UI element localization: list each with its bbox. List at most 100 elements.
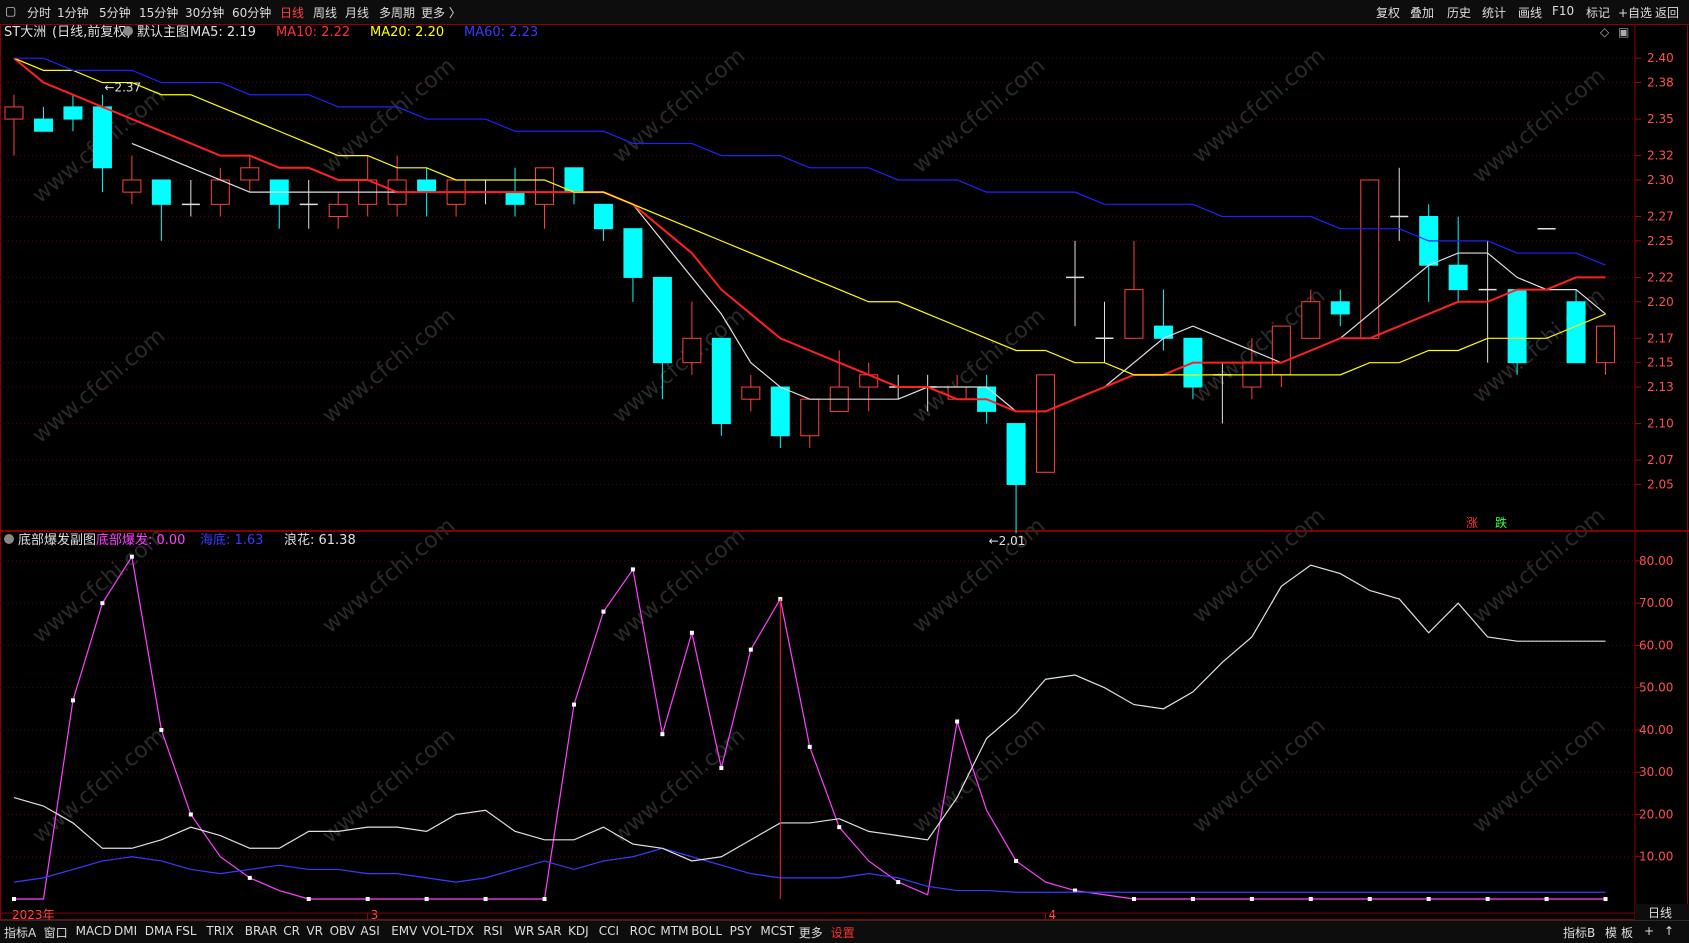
sub-dot xyxy=(12,897,16,901)
scroll-up-icon[interactable]: ↑ xyxy=(1664,924,1674,938)
y-tick-label: 2.40 xyxy=(1647,51,1674,65)
period-tab[interactable]: 月线 xyxy=(345,4,369,21)
sub-y-tick-label: 10.00 xyxy=(1639,850,1673,864)
sub-y-tick-label: 40.00 xyxy=(1639,723,1673,737)
indicator-tab[interactable]: TRIX xyxy=(206,924,233,938)
indicator-tab[interactable]: 窗口 xyxy=(44,924,68,941)
x-tick-label: 3 xyxy=(371,908,379,920)
sub-dot xyxy=(630,567,635,572)
indicator-tab[interactable]: 更多 xyxy=(799,924,823,941)
sub-legend-item: 底部爆发: 0.00 xyxy=(96,532,185,548)
indicator-tab[interactable]: FSL xyxy=(176,924,197,938)
candle-body xyxy=(92,106,112,169)
sub-dot xyxy=(660,732,665,737)
rise-label: 涨 xyxy=(1466,515,1478,530)
y-tick-label: 2.17 xyxy=(1647,331,1674,345)
candle xyxy=(535,167,555,229)
indicator-tab[interactable]: BRAR xyxy=(245,924,278,938)
window-icon: ▣ xyxy=(1618,25,1629,39)
sub-dot xyxy=(896,880,901,885)
indicator-tab[interactable]: RSI xyxy=(483,924,503,938)
period-tab[interactable]: 多周期 xyxy=(379,4,415,21)
candle xyxy=(299,179,318,229)
toolbar-button[interactable]: 返回 xyxy=(1655,4,1679,21)
candle xyxy=(1330,289,1350,327)
indicator-tab[interactable]: MCST xyxy=(760,924,794,938)
indicator-tab[interactable]: OBV xyxy=(330,924,356,938)
watermark: www.cfchi.com xyxy=(908,513,1050,638)
sub-dot xyxy=(70,698,75,703)
fall-label: 跌 xyxy=(1495,515,1507,530)
indicator-tab[interactable]: ROC xyxy=(630,924,656,938)
indicator-tab[interactable]: MTM xyxy=(660,924,688,938)
indicator-tab[interactable]: WR xyxy=(514,924,534,938)
indicator-tab[interactable]: 指标A xyxy=(4,924,36,941)
indicator-tab[interactable]: PSY xyxy=(730,924,752,938)
period-tab[interactable]: 更多 〉 xyxy=(421,4,461,21)
indicator-tab[interactable]: 设置 xyxy=(831,924,855,941)
period-tab[interactable]: 60分钟 xyxy=(232,4,271,21)
sub-dot xyxy=(247,875,252,880)
toolbar-button[interactable]: 标记 xyxy=(1586,4,1610,21)
chart-frame xyxy=(0,24,1688,920)
indicator-tab[interactable]: SAR xyxy=(537,924,561,938)
candle xyxy=(1153,289,1173,351)
indicator-tab[interactable]: KDJ xyxy=(568,924,589,938)
sub-legend-item: 海底: 1.63 xyxy=(200,532,263,548)
y-tick-label: 2.32 xyxy=(1647,149,1674,163)
candle xyxy=(741,374,761,412)
y-tick-label: 2.05 xyxy=(1647,477,1674,491)
toolbar-button[interactable]: 统计 xyxy=(1482,4,1506,21)
period-tab[interactable]: 分时 xyxy=(27,4,51,21)
sub-y-tick-label: 50.00 xyxy=(1639,681,1673,695)
period-tab[interactable]: 周线 xyxy=(313,4,337,21)
y-tick-label: 2.38 xyxy=(1647,76,1674,90)
sub-dot xyxy=(955,719,960,724)
stock-name: ST大洲 xyxy=(4,25,46,40)
period-tab[interactable]: 30分钟 xyxy=(185,4,224,21)
indicator-tab[interactable]: DMA xyxy=(145,924,173,938)
toolbar-button[interactable]: 历史 xyxy=(1447,4,1471,21)
watermark: www.cfchi.com xyxy=(1468,713,1610,838)
indicator-tab[interactable]: CR xyxy=(283,924,300,938)
watermark: www.cfchi.com xyxy=(28,723,170,848)
watermark: www.cfchi.com xyxy=(608,723,750,848)
watermark: www.cfchi.com xyxy=(608,43,750,168)
indicator-tab[interactable]: BOLL xyxy=(691,924,722,938)
indicator-tab[interactable]: VR xyxy=(306,924,323,938)
template-name: 默认主图 xyxy=(137,24,189,40)
indicator-b-tab[interactable]: 模 xyxy=(1605,924,1617,941)
indicator-tab[interactable]: DMI xyxy=(114,924,137,938)
sub-dot xyxy=(1485,897,1490,901)
indicator-tab[interactable]: EMV xyxy=(391,924,417,938)
indicator-tab[interactable]: CCI xyxy=(599,924,619,938)
kline-chart[interactable]: 2.40 2.38 2.35 2.32 2.30 2.27 2.25 2.22 2.20 2.17… xyxy=(0,24,1689,920)
toolbar-button[interactable]: 画线 xyxy=(1518,4,1542,21)
indicator-b-tab[interactable]: 指标B xyxy=(1563,924,1595,941)
sub-dot xyxy=(365,897,370,901)
indicator-tab[interactable]: ASI xyxy=(360,924,379,938)
period-tab[interactable]: 日线 xyxy=(280,4,304,21)
ma-legend: MA20: 2.20 xyxy=(370,25,444,40)
period-tab[interactable]: 5分钟 xyxy=(99,4,131,21)
candle-body xyxy=(711,337,731,425)
toolbar-button[interactable]: F10 xyxy=(1552,4,1574,18)
add-icon[interactable]: + xyxy=(1644,924,1654,938)
indicator-tab[interactable]: MACD xyxy=(76,924,112,938)
candle xyxy=(859,362,879,412)
menu-bullet-icon[interactable]: ▢ xyxy=(5,4,16,18)
period-tab[interactable]: 15分钟 xyxy=(139,4,178,21)
indicator-b-tab[interactable]: 板 xyxy=(1621,924,1633,941)
candle-body xyxy=(652,276,672,364)
indicator-tab[interactable]: VOL-TDX xyxy=(422,924,474,938)
toolbar-button[interactable]: +自选 xyxy=(1618,4,1652,21)
toolbar-button[interactable]: 复权 xyxy=(1376,4,1400,21)
price-annotation: ←2.37 xyxy=(104,81,141,95)
candle xyxy=(1448,216,1468,302)
sub-dot xyxy=(1603,897,1608,901)
toolbar-button[interactable]: 叠加 xyxy=(1410,4,1434,21)
sub-dot xyxy=(689,630,694,635)
period-tab[interactable]: 1分钟 xyxy=(57,4,89,21)
sub-dot xyxy=(424,897,429,901)
candle-body xyxy=(1006,423,1026,485)
